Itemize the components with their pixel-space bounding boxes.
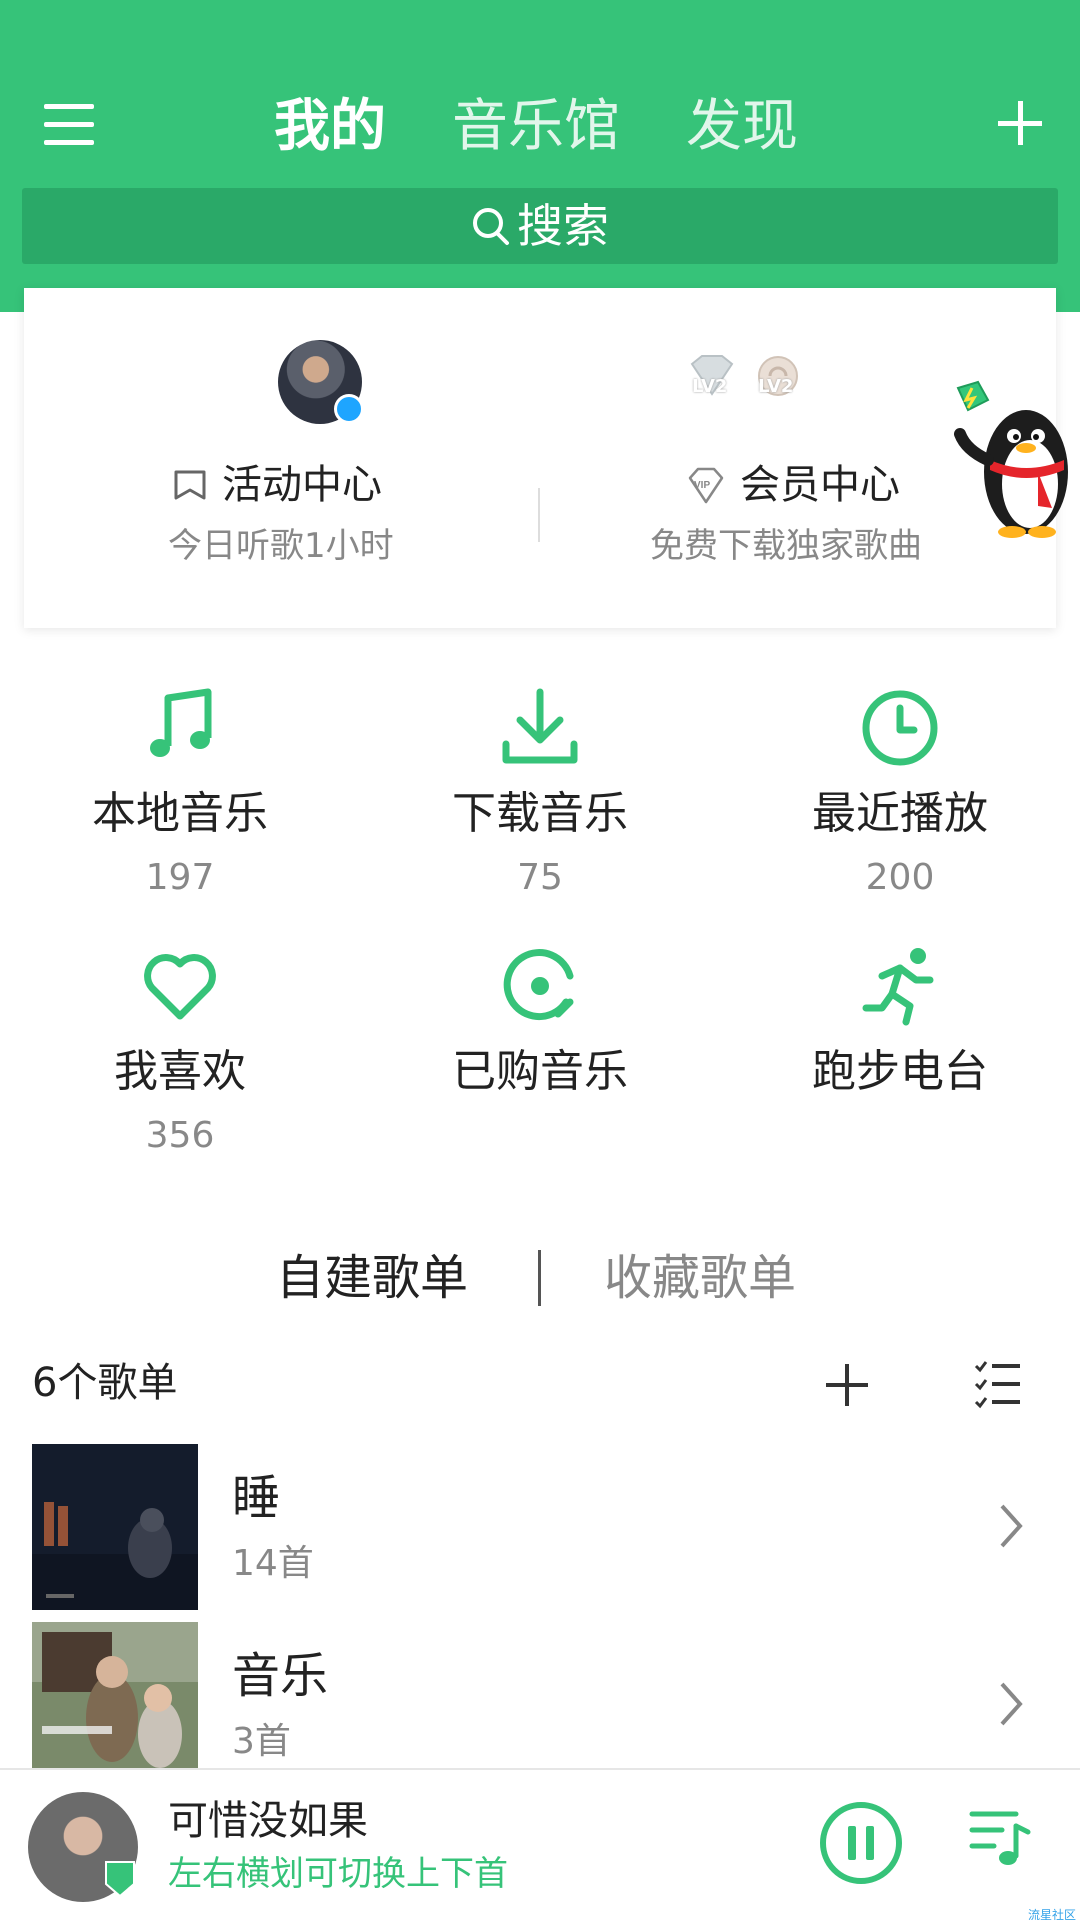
tab-discover[interactable]: 发现 xyxy=(686,92,798,162)
album-cover-image xyxy=(32,1622,198,1768)
heart-icon xyxy=(144,954,216,1020)
grid-favorites[interactable]: 我喜欢 356 xyxy=(30,946,330,1166)
music-note-icon xyxy=(150,688,212,757)
search-bar[interactable]: 搜索 xyxy=(22,188,1058,264)
activity-title: 活动中心 xyxy=(222,462,382,508)
level-badges[interactable]: LV2 LV2 xyxy=(684,354,834,404)
green-shield-icon xyxy=(105,1861,135,1898)
grid-count: 75 xyxy=(517,857,563,898)
running-icon xyxy=(862,948,934,1026)
svg-text:VIP: VIP xyxy=(694,480,710,491)
vip-subtitle: 免费下载独家歌曲 xyxy=(650,526,922,566)
clock-icon xyxy=(862,690,938,766)
activity-subtitle: 今日听歌1小时 xyxy=(168,526,394,566)
card-divider xyxy=(538,488,540,542)
pause-button[interactable] xyxy=(818,1800,904,1886)
grid-label: 下载音乐 xyxy=(452,788,628,839)
playlist-count: 6个歌单 xyxy=(32,1360,178,1406)
grid-label: 最近播放 xyxy=(812,788,988,839)
qq-badge-icon xyxy=(334,394,364,424)
chevron-right-icon xyxy=(1000,1682,1023,1726)
add-button[interactable] xyxy=(998,96,1054,152)
playlist-song-count: 14首 xyxy=(232,1543,314,1584)
level-badge: LV2 xyxy=(750,354,806,400)
level-badge: LV2 xyxy=(684,354,740,400)
profile-card: LV2 LV2 活动中心 今日听歌1小时 VIP 会员中心 免费下载独家歌曲 xyxy=(24,288,1056,628)
grid-running-radio[interactable]: 跑步电台 xyxy=(750,946,1050,1166)
playlist-cover xyxy=(32,1622,198,1788)
user-avatar[interactable] xyxy=(278,340,364,424)
search-icon xyxy=(473,208,509,245)
grid-count: 197 xyxy=(145,857,215,898)
manage-list-icon[interactable] xyxy=(972,1358,1024,1410)
download-icon xyxy=(502,688,578,764)
swipe-hint: 左右横划可切换上下首 xyxy=(168,1854,508,1894)
tab-collected-playlists[interactable]: 收藏歌单 xyxy=(604,1248,796,1308)
grid-purchased-music[interactable]: 已购音乐 xyxy=(390,946,690,1166)
grid-count: 200 xyxy=(865,857,935,898)
watermark: 流星社区 xyxy=(1028,1908,1077,1920)
grid-label: 已购音乐 xyxy=(452,1046,628,1097)
grid-downloaded-music[interactable]: 下载音乐 75 xyxy=(390,688,690,908)
segment-divider xyxy=(538,1250,541,1306)
playlist-name: 音乐 xyxy=(232,1648,329,1704)
mini-player[interactable]: 可惜没如果 左右横划可切换上下首 xyxy=(0,1768,1080,1920)
tab-music-hall[interactable]: 音乐馆 xyxy=(452,92,620,162)
grid-label: 我喜欢 xyxy=(114,1046,246,1097)
playlist-cover xyxy=(32,1444,198,1610)
playlist-row[interactable]: 音乐 3首 xyxy=(0,1622,1080,1788)
song-title: 可惜没如果 xyxy=(168,1798,368,1844)
search-placeholder: 搜索 xyxy=(517,199,609,253)
flag-icon xyxy=(174,470,206,500)
playlist-song-count: 3首 xyxy=(232,1721,291,1762)
tab-mine[interactable]: 我的 xyxy=(274,92,386,162)
album-cover-image xyxy=(32,1444,198,1610)
vip-title: 会员中心 xyxy=(740,462,900,508)
vip-diamond-icon: VIP xyxy=(688,467,724,504)
playlist-queue-icon[interactable] xyxy=(968,1804,1032,1868)
add-playlist-icon[interactable] xyxy=(824,1362,870,1408)
grid-recent-played[interactable]: 最近播放 200 xyxy=(750,688,1050,908)
chevron-right-icon xyxy=(1000,1504,1023,1548)
penguin-mascot-icon[interactable] xyxy=(946,380,1076,540)
top-tabs: 我的 音乐馆 发现 xyxy=(0,92,1080,162)
grid-label: 本地音乐 xyxy=(92,788,268,839)
playlist-row[interactable]: 睡 14首 xyxy=(0,1444,1080,1610)
grid-count: 356 xyxy=(145,1115,215,1156)
playlist-name: 睡 xyxy=(232,1470,281,1526)
grid-label: 跑步电台 xyxy=(812,1046,988,1097)
tab-self-created-playlists[interactable]: 自建歌单 xyxy=(276,1248,468,1308)
grid-local-music[interactable]: 本地音乐 197 xyxy=(30,688,330,908)
purchased-disc-icon xyxy=(503,949,574,1021)
